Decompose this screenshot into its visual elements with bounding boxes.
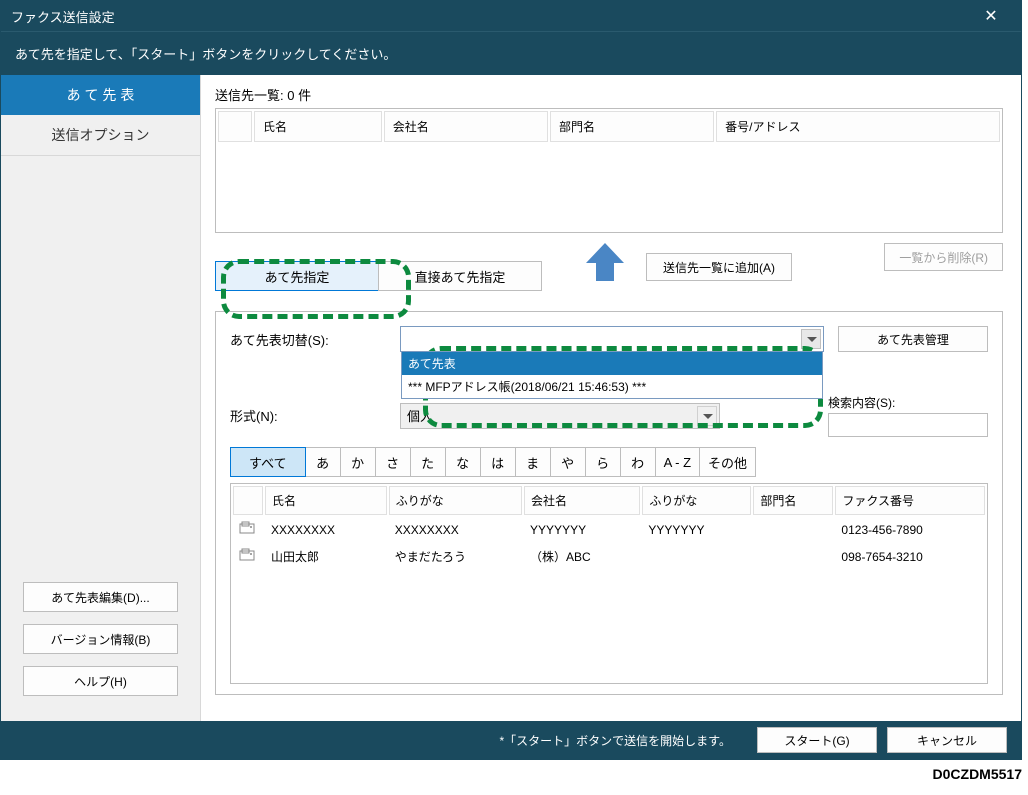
window-title: ファクス送信設定: [11, 7, 971, 26]
dropdown-option-addressbook[interactable]: あて先表: [402, 352, 822, 375]
kana-filter-all[interactable]: すべて: [230, 447, 306, 477]
search-input[interactable]: [828, 413, 988, 437]
search-label: 検索内容(S):: [828, 394, 988, 411]
dropdown-option-mfp[interactable]: *** MFPアドレス帳(2018/06/21 15:46:53) ***: [402, 375, 822, 398]
start-button[interactable]: スタート(G): [757, 727, 877, 753]
version-info-button[interactable]: バージョン情報(B): [23, 624, 178, 654]
help-button[interactable]: ヘルプ(H): [23, 666, 178, 696]
direct-mode-button[interactable]: 直接あて先指定: [378, 261, 542, 291]
table-row[interactable]: XXXXXXXX XXXXXXXX YYYYYYY YYYYYYY 0123-4…: [233, 517, 985, 542]
table-row[interactable]: 山田太郎 やまだたろう （株）ABC 098-7654-3210: [233, 544, 985, 569]
format-select[interactable]: 個人: [400, 403, 720, 429]
col-name[interactable]: 氏名: [254, 111, 382, 142]
kana-filter-ma[interactable]: ま: [515, 447, 551, 477]
arrow-up-icon: [582, 239, 628, 285]
fax-icon: [239, 548, 255, 562]
ab-col-dept[interactable]: 部門名: [753, 486, 833, 515]
kana-filter-ha[interactable]: は: [480, 447, 516, 477]
col-address[interactable]: 番号/アドレス: [716, 111, 1000, 142]
document-id: D0CZDM5517: [0, 760, 1028, 782]
addressbook-mode-button[interactable]: あて先指定: [215, 261, 379, 291]
chevron-down-icon[interactable]: [801, 329, 821, 349]
close-icon[interactable]: ✕: [971, 6, 1011, 26]
kana-filter-other[interactable]: その他: [699, 447, 756, 477]
fax-icon: [239, 521, 255, 535]
addressbook-table[interactable]: 氏名 ふりがな 会社名 ふりがな 部門名 ファクス番号 XXXXXXXX XXX…: [230, 483, 988, 684]
col-icon: [218, 111, 252, 142]
ab-col-fax[interactable]: ファクス番号: [835, 486, 985, 515]
instruction-text: あて先を指定して、「スタート」ボタンをクリックしてください。: [1, 31, 1021, 75]
kana-filter-na[interactable]: な: [445, 447, 481, 477]
cancel-button[interactable]: キャンセル: [887, 727, 1007, 753]
destination-list-label: 送信先一覧: 0 件: [215, 85, 1003, 104]
destination-list-table: 氏名 会社名 部門名 番号/アドレス: [215, 108, 1003, 233]
kana-filter-ka[interactable]: か: [340, 447, 376, 477]
footer-note: *「スタート」ボタンで送信を開始します。: [500, 732, 731, 749]
kana-filter-a[interactable]: あ: [305, 447, 341, 477]
ab-col-furigana[interactable]: ふりがな: [389, 486, 522, 515]
kana-filter-ra[interactable]: ら: [585, 447, 621, 477]
tab-destination[interactable]: あ て 先 表: [1, 75, 200, 115]
remove-from-list-button[interactable]: 一覧から削除(R): [884, 243, 1003, 271]
kana-filter-wa[interactable]: わ: [620, 447, 656, 477]
kana-filter-sa[interactable]: さ: [375, 447, 411, 477]
switch-addressbook-label: あて先表切替(S):: [230, 330, 400, 349]
format-label: 形式(N):: [230, 406, 400, 425]
addressbook-select[interactable]: あて先表 *** MFPアドレス帳(2018/06/21 15:46:53) *…: [400, 326, 824, 352]
manage-addressbook-button[interactable]: あて先表管理: [838, 326, 988, 352]
add-to-list-button[interactable]: 送信先一覧に追加(A): [646, 253, 792, 281]
tab-send-options[interactable]: 送信オプション: [1, 115, 200, 156]
ab-col-name[interactable]: 氏名: [265, 486, 387, 515]
edit-addressbook-button[interactable]: あて先表編集(D)...: [23, 582, 178, 612]
kana-filter-ta[interactable]: た: [410, 447, 446, 477]
ab-col-company[interactable]: 会社名: [524, 486, 640, 515]
ab-col-company-furigana[interactable]: ふりがな: [642, 486, 751, 515]
kana-filter-az[interactable]: A - Z: [655, 447, 700, 477]
chevron-down-icon[interactable]: [697, 406, 717, 426]
kana-filter-ya[interactable]: や: [550, 447, 586, 477]
col-company[interactable]: 会社名: [384, 111, 548, 142]
col-dept[interactable]: 部門名: [550, 111, 714, 142]
